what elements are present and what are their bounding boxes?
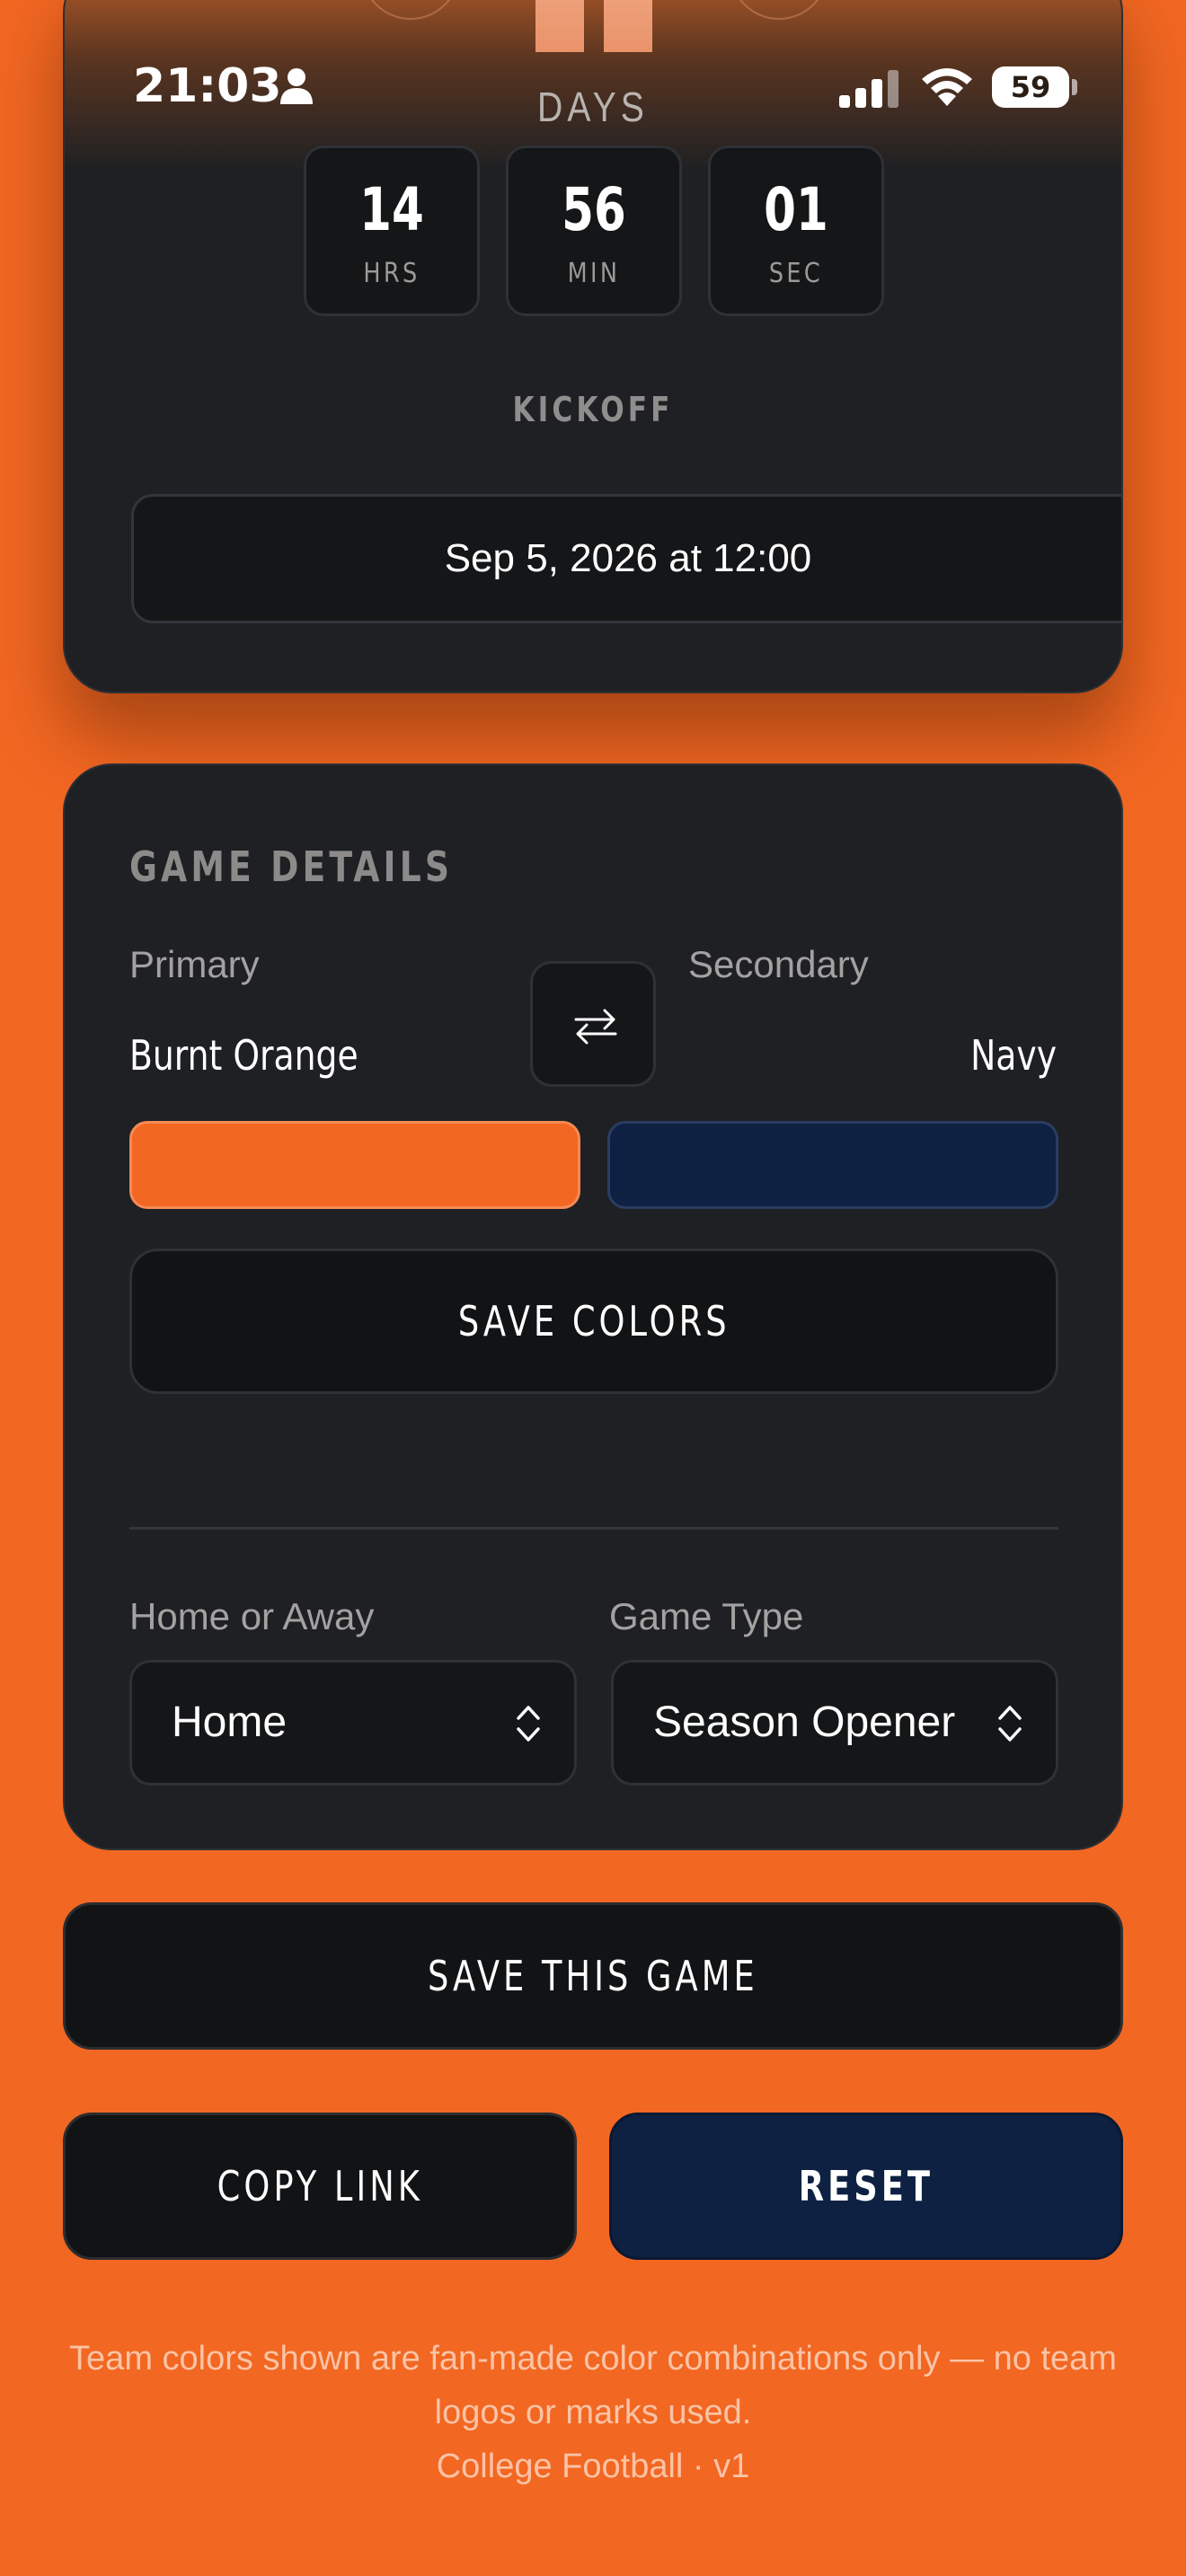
primary-color-name: Burnt Orange: [129, 1031, 358, 1080]
secondary-label: Secondary: [688, 943, 869, 985]
primary-color-swatch[interactable]: [129, 1121, 580, 1209]
footer: Team colors shown are fan-made color com…: [54, 2332, 1132, 2493]
divider: [129, 1527, 1058, 1530]
secondary-color-name: Navy: [970, 1031, 1057, 1080]
copy-link-button[interactable]: COPY LINK: [63, 2113, 577, 2260]
chevron-updown-icon: [517, 1706, 540, 1742]
minutes-value: 56: [562, 175, 626, 244]
game-type-value: Season Opener: [653, 1698, 956, 1746]
wifi-icon: [922, 68, 972, 106]
hours-unit: HRS: [363, 258, 420, 289]
save-colors-label: SAVE COLORS: [457, 1297, 730, 1345]
hours-value: 14: [359, 175, 424, 244]
primary-label: Primary: [129, 943, 260, 985]
seconds-value: 01: [764, 175, 828, 244]
save-game-label: SAVE THIS GAME: [428, 1952, 758, 2000]
save-colors-button[interactable]: SAVE COLORS: [129, 1248, 1058, 1394]
kickoff-datetime-input[interactable]: Sep 5, 2026 at 12:00: [131, 494, 1121, 623]
section-title: GAME DETAILS: [129, 842, 454, 891]
home-away-label: Home or Away: [129, 1595, 375, 1637]
copy-link-label: COPY LINK: [217, 2162, 423, 2210]
home-away-value: Home: [172, 1698, 288, 1746]
footer-version: College Football · v1: [436, 2448, 750, 2485]
swap-colors-button[interactable]: [530, 961, 656, 1087]
minutes-unit: MIN: [567, 258, 621, 289]
status-bar: 21:03 59: [0, 0, 1186, 180]
battery-percent: 59: [1010, 70, 1051, 104]
chevron-updown-icon: [998, 1706, 1022, 1742]
kickoff-datetime-value: Sep 5, 2026 at 12:00: [444, 536, 812, 580]
game-details-card: GAME DETAILS Primary Secondary Burnt Ora…: [63, 763, 1123, 1850]
footer-disclaimer: Team colors shown are fan-made color com…: [69, 2340, 1117, 2431]
game-type-label: Game Type: [609, 1595, 804, 1637]
swap-arrows-icon: [574, 1009, 617, 1045]
save-game-button[interactable]: SAVE THIS GAME: [63, 1902, 1123, 2050]
home-away-select[interactable]: Home: [129, 1660, 577, 1786]
kickoff-label: KICKOFF: [512, 390, 674, 429]
game-type-select[interactable]: Season Opener: [611, 1660, 1058, 1786]
reset-label: RESET: [798, 2162, 934, 2210]
status-time: 21:03: [133, 59, 282, 113]
seconds-unit: SEC: [768, 258, 824, 289]
signal-icon: [839, 70, 898, 108]
battery-icon: 59: [992, 66, 1078, 108]
reset-button[interactable]: RESET: [609, 2113, 1123, 2260]
person-icon: [280, 68, 313, 104]
secondary-color-swatch[interactable]: [607, 1121, 1058, 1209]
